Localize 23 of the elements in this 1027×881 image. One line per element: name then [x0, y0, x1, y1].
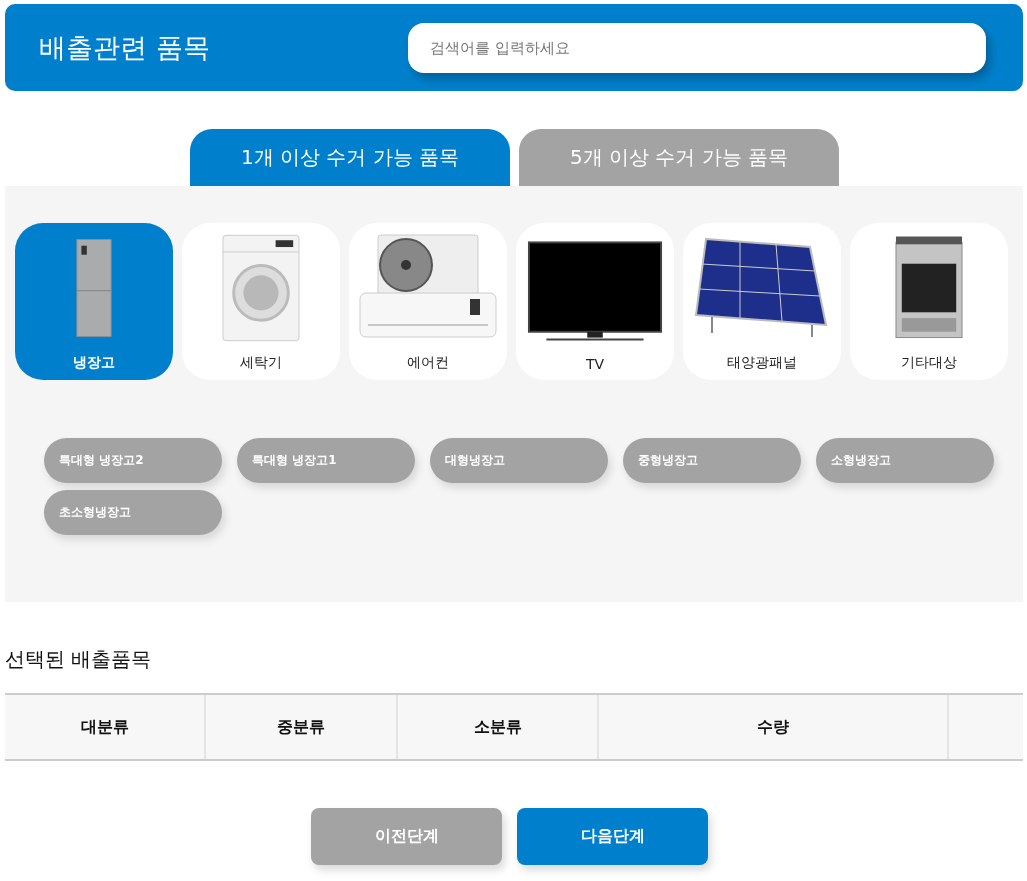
tab[interactable]: 5개 이상 수거 가능 품목	[519, 129, 839, 186]
step-button[interactable]: 다음단계	[517, 808, 708, 865]
column-header: 중분류	[206, 695, 398, 759]
subcategory-chip[interactable]: 대형냉장고	[430, 438, 608, 483]
category-card[interactable]: 기타대상	[850, 223, 1008, 380]
subcategory-chip[interactable]: 초소형냉장고	[44, 490, 222, 535]
subcategory-chip[interactable]: 소형냉장고	[816, 438, 994, 483]
page-title: 배출관련 품목	[39, 30, 210, 65]
search-field[interactable]: 검색어를 입력하세요	[408, 22, 986, 73]
column-header: 소분류	[398, 695, 599, 759]
category-card[interactable]: TV	[516, 223, 674, 380]
subcategory-chip[interactable]: 특대형 냉장고1	[237, 438, 415, 483]
category-card[interactable]: 냉장고	[15, 223, 173, 380]
column-header: 대분류	[5, 695, 206, 759]
category-card[interactable]: 에어컨	[349, 223, 507, 380]
category-card[interactable]: 세탁기	[182, 223, 340, 380]
step-button[interactable]: 이전단계	[311, 808, 502, 865]
category-card[interactable]: 태양광패널	[683, 223, 841, 380]
column-header: 수량	[599, 695, 949, 759]
section-title: 선택된 배출품목	[5, 646, 153, 673]
subcategory-chip[interactable]: 특대형 냉장고2	[44, 438, 222, 483]
tab[interactable]: 1개 이상 수거 가능 품목	[190, 129, 510, 186]
subcategory-chip[interactable]: 중형냉장고	[623, 438, 801, 483]
